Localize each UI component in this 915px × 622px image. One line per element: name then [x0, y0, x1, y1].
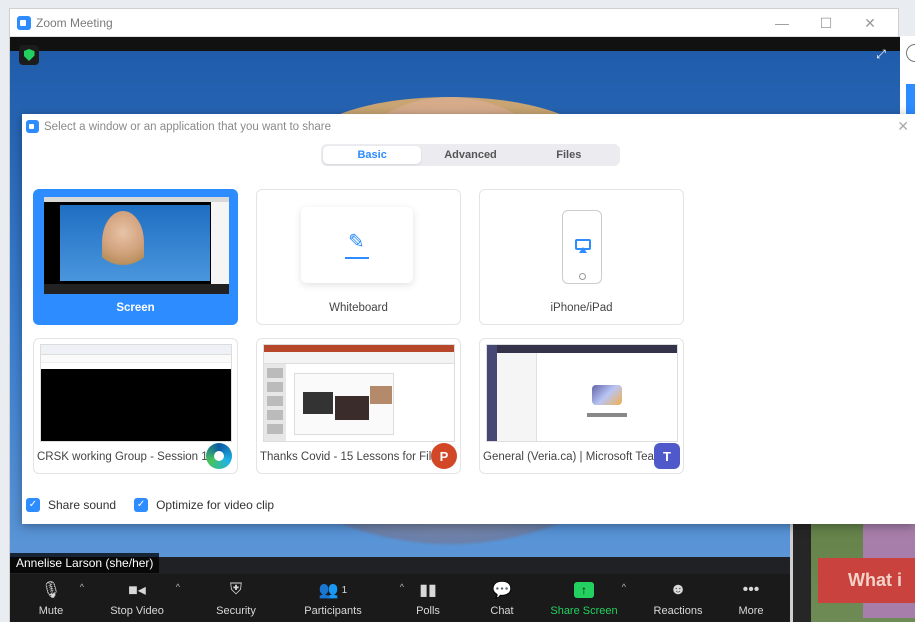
reactions-icon: ☻ [669, 581, 687, 598]
zoom-app-icon [26, 120, 39, 133]
tile-label-screen: Screen [116, 302, 155, 314]
chat-icon: 💬 [492, 582, 512, 599]
participant-name-tag: Annelise Larson (she/her) [10, 553, 160, 573]
security-label: Security [216, 605, 256, 617]
participant-count: 1 [341, 584, 348, 596]
more-button[interactable]: ••• More [712, 574, 790, 622]
participants-label: Participants [304, 605, 362, 617]
desktop: Zoom Meeting — ☐ ✕ ⤢ Annelise Larson (sh… [0, 0, 915, 622]
participants-button[interactable]: 👥 1 ^ Participants [290, 574, 404, 622]
whiteboard-preview: ✎ [301, 207, 413, 283]
encryption-shield-icon[interactable] [19, 45, 39, 65]
share-screen-dialog: Select a window or an application that y… [22, 114, 915, 524]
tab-files[interactable]: Files [520, 146, 618, 164]
powerpoint-window-preview [263, 344, 455, 442]
video-camera-icon: ■◂ [128, 582, 146, 599]
iphone-airplay-icon [562, 210, 602, 284]
tab-basic[interactable]: Basic [323, 146, 422, 164]
teams-window-preview [486, 344, 678, 442]
minimize-button[interactable]: — [760, 15, 804, 31]
close-button[interactable]: ✕ [848, 15, 892, 32]
share-sound-checkbox[interactable]: ✓ [26, 498, 40, 512]
reactions-button[interactable]: ☻ Reactions [644, 574, 712, 622]
video-banner: What i [818, 558, 915, 603]
screen-preview [44, 197, 229, 294]
polls-icon: ▮▮ [419, 582, 437, 599]
share-tile-window-browser[interactable]: CRSK working Group - Session 1 ... [33, 338, 238, 474]
background-browser-window [899, 36, 915, 116]
pencil-icon: ✎ [348, 231, 365, 253]
mute-button[interactable]: 🎙 ^ Mute [10, 574, 92, 622]
share-tabs: Basic Advanced Files [321, 144, 620, 166]
microphone-icon: 🎙 [40, 582, 62, 599]
edge-browser-icon [206, 443, 232, 469]
share-screen-icon: ↑ [574, 580, 594, 600]
optimize-video-checkbox[interactable]: ✓ [134, 498, 149, 512]
polls-label: Polls [416, 605, 440, 617]
participants-icon: 👥 1 [318, 582, 348, 599]
stop-video-label: Stop Video [110, 605, 164, 617]
mute-caret[interactable]: ^ [80, 582, 84, 592]
window-title: Zoom Meeting [36, 15, 113, 30]
window-controls: — ☐ ✕ [760, 9, 892, 37]
mute-label: Mute [38, 605, 64, 617]
more-label: More [738, 605, 764, 617]
share-screen-button[interactable]: ↑ ^ Share Screen [524, 574, 644, 622]
stop-video-caret[interactable]: ^ [176, 582, 180, 592]
title-bar: Zoom Meeting — ☐ ✕ [10, 9, 898, 37]
security-shield-icon: ⛨ [229, 581, 242, 598]
tile-label-powerpoint: Thanks Covid - 15 Lessons for Fil... [260, 451, 441, 463]
share-screen-caret[interactable]: ^ [622, 582, 626, 592]
browser-circle-icon [906, 44, 915, 62]
share-tile-screen[interactable]: Screen [33, 189, 238, 325]
share-sound-label[interactable]: Share sound [48, 498, 116, 512]
tile-label-teams: General (Veria.ca) | Microsoft Teams [483, 451, 670, 463]
powerpoint-icon: P [431, 443, 457, 469]
browser-blue-element [906, 84, 915, 114]
tile-label-whiteboard: Whiteboard [329, 302, 388, 314]
optimize-video-label[interactable]: Optimize for video clip [156, 498, 274, 512]
polls-button[interactable]: ▮▮ Polls [376, 574, 480, 622]
maximize-button[interactable]: ☐ [804, 15, 848, 32]
meeting-toolbar: 🎙 ^ Mute ■◂ ^ Stop Video ⛨ Security 👥 1 ^… [10, 574, 790, 622]
security-button[interactable]: ⛨ Security [182, 574, 290, 622]
tile-label-iphone: iPhone/iPad [550, 302, 613, 314]
tab-advanced[interactable]: Advanced [421, 146, 519, 164]
share-options: ✓ Share sound ✓ Optimize for video clip [26, 498, 292, 512]
reactions-label: Reactions [653, 605, 703, 617]
share-tile-window-teams[interactable]: General (Veria.ca) | Microsoft Teams T [479, 338, 684, 474]
dialog-close-icon[interactable]: ✕ [897, 118, 909, 135]
dialog-title-bar: Select a window or an application that y… [26, 120, 331, 133]
fullscreen-icon[interactable]: ⤢ [874, 47, 888, 61]
share-tile-iphone[interactable]: iPhone/iPad [479, 189, 684, 325]
chat-button[interactable]: 💬 Chat [480, 574, 524, 622]
dialog-title: Select a window or an application that y… [44, 120, 332, 133]
chat-label: Chat [490, 605, 514, 617]
share-tile-window-powerpoint[interactable]: Thanks Covid - 15 Lessons for Fil... P [256, 338, 461, 474]
teams-icon: T [654, 443, 680, 469]
stop-video-button[interactable]: ■◂ ^ Stop Video [92, 574, 182, 622]
more-icon: ••• [742, 581, 760, 598]
video-top-strip [10, 37, 900, 51]
share-tile-whiteboard[interactable]: ✎ Whiteboard [256, 189, 461, 325]
zoom-app-icon [17, 15, 31, 30]
browser-window-preview [40, 344, 232, 442]
share-screen-label: Share Screen [550, 605, 618, 617]
